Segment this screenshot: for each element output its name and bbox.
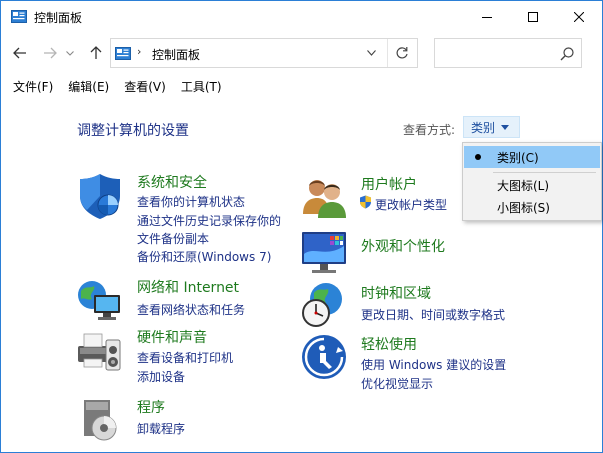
- control-panel-window: 控制面板 › 控制面板 文件(F) 编辑(E) 查看(V) 工具(T) 调整计算…: [0, 0, 603, 453]
- category-title-clock-region[interactable]: 时钟和区域: [361, 283, 431, 303]
- category-appearance-personalization: 外观和个性化: [300, 228, 470, 278]
- back-button[interactable]: [11, 44, 29, 62]
- category-title-system-security[interactable]: 系统和安全: [137, 172, 207, 192]
- address-bar[interactable]: › 控制面板: [110, 38, 418, 68]
- forward-arrow-icon: [44, 47, 57, 59]
- link-uninstall-program[interactable]: 卸载程序: [137, 420, 185, 437]
- menu-bar: 文件(F) 编辑(E) 查看(V) 工具(T): [1, 74, 602, 98]
- link-add-device[interactable]: 添加设备: [137, 368, 185, 385]
- view-by-value: 类别: [471, 120, 496, 135]
- minimize-icon: [482, 16, 492, 18]
- users-icon: [303, 180, 346, 218]
- control-panel-icon: [11, 10, 27, 23]
- menu-view[interactable]: 查看(V): [124, 78, 166, 95]
- menu-tools[interactable]: 工具(T): [181, 78, 222, 95]
- close-button[interactable]: [556, 1, 602, 32]
- minimize-button[interactable]: [464, 1, 510, 32]
- link-change-date-time-format[interactable]: 更改日期、时间或数字格式: [361, 306, 505, 323]
- back-arrow-icon: [13, 47, 26, 59]
- shield-icon: [80, 174, 120, 219]
- forward-button[interactable]: [41, 44, 59, 62]
- category-title-network-internet[interactable]: 网络和 Internet: [137, 277, 239, 297]
- maximize-button[interactable]: [510, 1, 556, 32]
- category-user-accounts: 用户帐户 更改帐户类型: [300, 174, 470, 224]
- category-title-hardware-sound[interactable]: 硬件和声音: [137, 327, 207, 347]
- menu-edit[interactable]: 编辑(E): [68, 78, 109, 95]
- category-programs: 程序 卸载程序: [76, 396, 296, 446]
- link-devices-printers[interactable]: 查看设备和打印机: [137, 349, 233, 366]
- address-divider: [387, 39, 388, 67]
- breadcrumb-separator[interactable]: ›: [137, 45, 141, 58]
- window-title: 控制面板: [34, 11, 83, 25]
- network-icon: [78, 281, 120, 320]
- link-optimize-visual-display[interactable]: 优化视觉显示: [361, 375, 433, 392]
- chevron-down-icon: [66, 50, 74, 56]
- link-file-backup-copies[interactable]: 文件备份副本: [137, 230, 209, 247]
- ease-of-access-icon: [302, 335, 346, 379]
- view-menu-item-label: 大图标(L): [497, 178, 550, 193]
- category-ease-of-access: 轻松使用 使用 Windows 建议的设置 优化视觉显示: [300, 333, 530, 393]
- view-menu-item-small-icons[interactable]: 小图标(S): [464, 196, 600, 218]
- chevron-down-icon: [366, 50, 376, 56]
- link-file-history[interactable]: 通过文件历史记录保存你的: [137, 212, 281, 229]
- up-arrow-icon: [90, 46, 102, 59]
- category-hardware-sound: 硬件和声音 查看设备和打印机 添加设备: [76, 326, 296, 386]
- category-title-user-accounts[interactable]: 用户帐户: [361, 174, 417, 194]
- clock-icon: [302, 283, 342, 327]
- programs-icon: [84, 400, 117, 441]
- recent-locations-button[interactable]: [63, 44, 77, 62]
- view-menu-item-label: 类别(C): [497, 150, 539, 165]
- breadcrumb-control-panel[interactable]: 控制面板: [152, 46, 200, 63]
- link-view-computer-status[interactable]: 查看你的计算机状态: [137, 193, 245, 210]
- link-change-account-type[interactable]: 更改帐户类型: [375, 196, 447, 213]
- menu-separator: [493, 172, 596, 173]
- link-view-network-status[interactable]: 查看网络状态和任务: [137, 301, 245, 318]
- link-windows-recommended-settings[interactable]: 使用 Windows 建议的设置: [361, 356, 506, 373]
- category-clock-region: 时钟和区域 更改日期、时间或数字格式: [300, 281, 520, 331]
- view-menu-item-category[interactable]: 类别(C): [464, 146, 600, 168]
- address-history-button[interactable]: [364, 46, 378, 60]
- link-backup-restore[interactable]: 备份和还原(Windows 7): [137, 248, 271, 265]
- close-icon: [574, 11, 584, 22]
- title-bar[interactable]: 控制面板: [1, 1, 602, 32]
- category-system-security: 系统和安全 查看你的计算机状态 通过文件历史记录保存你的 文件备份副本 备份和还…: [76, 172, 296, 272]
- maximize-icon: [528, 11, 538, 22]
- search-input[interactable]: [439, 44, 551, 62]
- printer-icon: [78, 333, 121, 371]
- page-title: 调整计算机的设置: [77, 123, 189, 139]
- monitor-icon: [302, 232, 346, 273]
- search-icon[interactable]: [559, 46, 575, 62]
- view-menu-item-large-icons[interactable]: 大图标(L): [464, 174, 600, 196]
- view-menu-item-label: 小图标(S): [497, 200, 550, 215]
- category-title-programs[interactable]: 程序: [137, 397, 165, 417]
- caret-down-icon: [501, 124, 510, 130]
- view-by-menu: 类别(C) 大图标(L) 小图标(S): [462, 142, 602, 221]
- view-by-label: 查看方式:: [403, 123, 456, 137]
- up-button[interactable]: [87, 44, 105, 62]
- control-panel-icon: [115, 47, 131, 60]
- selected-bullet-icon: [475, 154, 481, 160]
- menu-file[interactable]: 文件(F): [13, 78, 53, 95]
- view-by-dropdown[interactable]: 类别: [463, 116, 520, 138]
- refresh-icon[interactable]: [394, 45, 410, 61]
- uac-shield-icon: [360, 195, 371, 209]
- category-title-appearance[interactable]: 外观和个性化: [361, 236, 445, 256]
- search-box[interactable]: [434, 38, 582, 68]
- navigation-bar: › 控制面板: [1, 32, 602, 74]
- category-title-ease-of-access[interactable]: 轻松使用: [361, 334, 417, 354]
- category-network-internet: 网络和 Internet 查看网络状态和任务: [76, 277, 296, 327]
